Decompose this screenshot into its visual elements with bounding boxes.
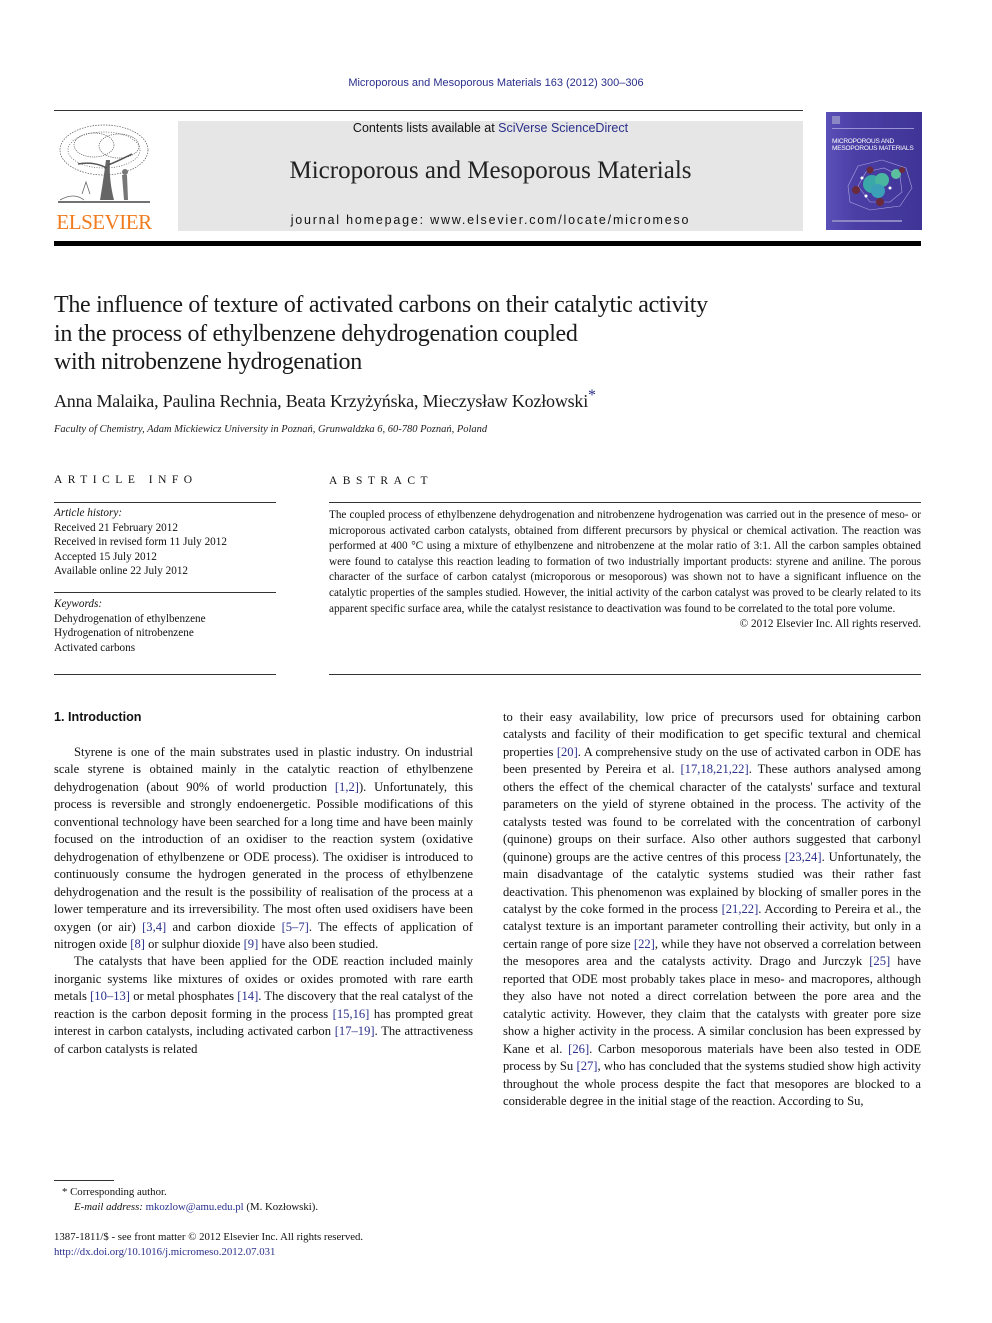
article-info-bottom-rule [54,674,276,675]
journal-banner: Contents lists available at SciVerse Sci… [178,121,803,231]
keywords: Keywords: Dehydrogenation of ethylbenzen… [54,597,276,655]
abstract-bottom-rule [329,674,921,675]
paragraph-text: have reported that ODE most probably tak… [503,954,921,1056]
cover-footer-text [832,220,902,222]
elsevier-tree-icon [58,124,150,203]
paragraph-text: ). Unfortunately, this process is revers… [54,779,473,934]
paragraph-text: or sulphur dioxide [144,936,244,951]
paragraph: to their easy availability, low price of… [503,709,921,1110]
keyword: Dehydrogenation of ethylbenzene [54,612,206,625]
left-column: Styrene is one of the main substrates us… [54,744,473,1058]
journal-cover-image[interactable]: MICROPOROUS AND MESOPOROUS MATERIALS [826,112,922,230]
abstract-copyright: © 2012 Elsevier Inc. All rights reserved… [739,618,921,631]
keywords-rule [54,592,276,593]
header-rule [54,110,803,111]
journal-homepage-link[interactable]: journal homepage: www.elsevier.com/locat… [178,213,803,227]
paragraph-text: and carbon dioxide [166,919,282,934]
citation-link[interactable]: [14] [237,989,258,1003]
right-column: to their easy availability, low price of… [503,709,921,1110]
citation-link[interactable]: [8] [130,937,145,951]
paragraph-text: or metal phosphates [129,989,238,1004]
elsevier-wordmark: ELSEVIER [56,210,152,234]
abstract-rule [329,502,921,503]
footnote-text: Corresponding author. [70,1186,167,1198]
header-thick-rule [54,241,921,246]
history-accepted: Accepted 15 July 2012 [54,550,157,563]
citation-link[interactable]: [1,2] [335,780,359,794]
paragraph: The catalysts that have been applied for… [54,953,473,1058]
article-history: Article history: Received 21 February 20… [54,506,276,579]
citation-link[interactable]: [20] [557,745,578,759]
citation-link[interactable]: [26] [568,1042,589,1056]
citation-link[interactable]: [9] [244,937,259,951]
abstract-heading: ABSTRACT [329,475,434,487]
citation-link[interactable]: [3,4] [142,920,166,934]
journal-title: Microporous and Mesoporous Materials [289,157,692,184]
history-received: Received 21 February 2012 [54,521,178,534]
title-line: in the process of ethylbenzene dehydroge… [54,320,578,347]
contents-prefix: Contents lists available at [352,121,499,135]
cover-molecule-icon [847,159,913,211]
citation-link[interactable]: [25] [869,954,890,968]
email-suffix: (M. Kozłowski). [243,1200,319,1213]
elsevier-logo[interactable]: ELSEVIER [54,120,154,235]
corresponding-author-mark[interactable]: * [588,387,596,404]
citation-link[interactable]: [17,18,21,22] [680,762,748,776]
affiliation: Faculty of Chemistry, Adam Mickiewicz Un… [54,424,488,435]
paragraph: Styrene is one of the main substrates us… [54,744,473,953]
contents-line: Contents lists available at SciVerse Sci… [178,121,803,135]
email-link[interactable]: mkozlow@amu.edu.pl [146,1201,244,1213]
corresponding-footnote: * Corresponding author. E-mail address: … [62,1185,318,1214]
journal-citation-link[interactable]: Microporous and Mesoporous Materials 163… [348,77,643,89]
cover-publisher-mark [832,116,840,124]
citation-link[interactable]: [10–13] [90,989,130,1003]
footnote-rule [54,1180,114,1181]
abstract: The coupled process of ethylbenzene dehy… [329,508,921,633]
citation-link[interactable]: [22] [634,937,655,951]
author-list: Anna Malaika, Paulina Rechnia, Beata Krz… [54,388,596,412]
sciencedirect-link[interactable]: SciVerse ScienceDirect [498,121,628,135]
authors-text: Anna Malaika, Paulina Rechnia, Beata Krz… [54,391,589,411]
keyword: Activated carbons [54,641,136,654]
front-matter-text: 1387-1811/$ - see front matter © 2012 El… [54,1231,364,1243]
title-line: The influence of texture of activated ca… [54,292,708,318]
history-revised: Received in revised form 11 July 2012 [54,536,227,548]
history-online: Available online 22 July 2012 [54,565,189,577]
title-line: with nitrobenzene hydrogenation [54,349,362,375]
article-title: The influence of texture of activated ca… [54,291,834,377]
abstract-text: The coupled process of ethylbenzene dehy… [329,509,921,615]
citation-link[interactable]: [17–19] [335,1024,375,1038]
front-matter: 1387-1811/$ - see front matter © 2012 El… [54,1230,363,1259]
doi-link[interactable]: http://dx.doi.org/10.1016/j.micromeso.20… [54,1246,275,1258]
email-label: E-mail address: [74,1200,143,1213]
paragraph-text: . These authors analysed among others th… [503,762,921,864]
history-label: Article history: [54,507,123,519]
citation-link[interactable]: [27] [577,1059,598,1073]
footnote-mark: * [62,1186,68,1198]
citation-link[interactable]: [5–7] [282,920,309,934]
cover-title: MICROPOROUS AND MESOPOROUS MATERIALS [832,138,914,152]
keyword: Hydrogenation of nitrobenzene [54,627,194,639]
cover-rule [832,128,914,129]
article-info-heading: ARTICLE INFO [54,474,198,486]
article-info-rule [54,502,276,503]
citation-link[interactable]: [21,22] [722,902,759,916]
citation-link[interactable]: [15,16] [333,1007,370,1021]
paragraph-text: have also been studied. [258,936,379,951]
section-heading-introduction: 1. Introduction [54,710,142,724]
running-head[interactable]: Microporous and Mesoporous Materials 163… [0,77,992,89]
citation-link[interactable]: [23,24] [785,850,822,864]
keywords-label: Keywords: [54,598,103,610]
